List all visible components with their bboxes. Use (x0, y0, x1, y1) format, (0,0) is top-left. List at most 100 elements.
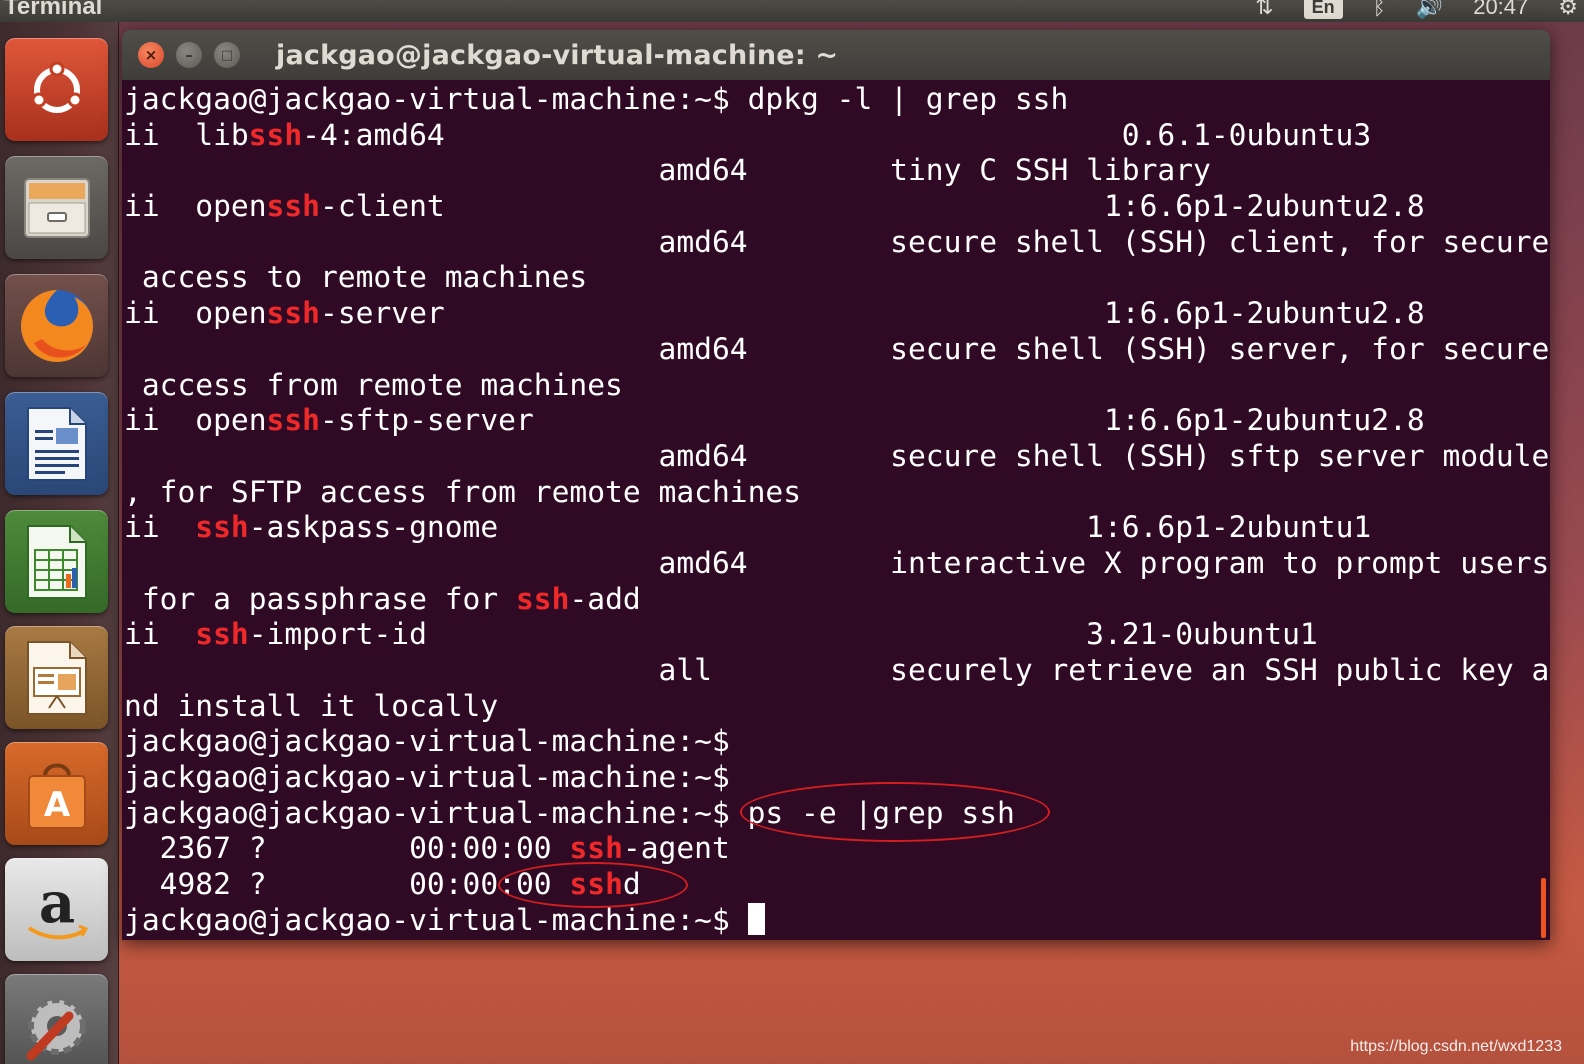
network-icon[interactable]: ⇅ (1255, 0, 1273, 20)
grep-match-highlight: ssh (248, 117, 303, 152)
svg-text:A: A (43, 785, 70, 825)
terminal-line: all securely retrieve an SSH public key … (124, 653, 1550, 689)
terminal-text: amd64 secure shell (SSH) client, for sec… (124, 224, 1550, 259)
volume-icon[interactable]: 🔊 (1416, 0, 1443, 20)
terminal-text: jackgao@jackgao-virtual-machine:~$ (124, 724, 730, 759)
ubuntu-logo-icon (31, 61, 82, 113)
terminal-line: amd64 secure shell (SSH) sftp server mod… (124, 439, 1550, 475)
launcher-firefox[interactable] (5, 274, 108, 377)
terminal-text: amd64 tiny C SSH library (124, 153, 1211, 188)
terminal-text: ii open (124, 296, 267, 331)
launcher-libreoffice-calc[interactable] (5, 510, 108, 613)
terminal-text: -client 1:6.6p1-2ubuntu2.8 (320, 189, 1425, 224)
terminal-text: -sftp-server 1:6.6p1-2ubuntu2.8 (320, 403, 1425, 438)
grep-match-highlight: ssh (569, 831, 623, 866)
terminal-line: ii openssh-sftp-server 1:6.6p1-2ubuntu2.… (124, 403, 1550, 439)
terminal-text: 2367 ? 00:00:00 (124, 831, 570, 866)
terminal-scrollbar[interactable] (1541, 878, 1546, 938)
terminal-line: 2367 ? 00:00:00 ssh-agent (124, 831, 1550, 867)
grep-match-highlight: ssh (266, 403, 320, 438)
terminal-line: ii openssh-client 1:6.6p1-2ubuntu2.8 (124, 189, 1550, 225)
grep-match-highlight: ssh (569, 867, 623, 902)
window-titlebar[interactable]: × – □ jackgao@jackgao-virtual-machine: ~ (122, 30, 1550, 80)
shopping-bag-icon: A (27, 763, 86, 829)
terminal-text: ii (124, 510, 196, 545)
launcher-system-settings[interactable] (5, 974, 108, 1064)
launcher-libreoffice-writer[interactable] (5, 392, 108, 495)
bluetooth-icon[interactable]: ᛒ (1373, 0, 1386, 20)
terminal-text: -server 1:6.6p1-2ubuntu2.8 (320, 296, 1425, 331)
grep-match-highlight: ssh (195, 617, 249, 652)
minimize-button[interactable]: – (176, 42, 202, 68)
firefox-icon (20, 289, 93, 362)
terminal-text: -askpass-gnome 1:6.6p1-2ubuntu1 (248, 510, 1372, 545)
terminal-text: ii lib (124, 117, 249, 152)
writer-document-icon (26, 406, 87, 481)
terminal-text: ii open (124, 403, 267, 438)
terminal-cursor (747, 902, 765, 935)
active-app-title: Terminal (4, 0, 103, 20)
terminal-line: amd64 interactive X program to prompt us… (124, 546, 1550, 582)
terminal-text: 4982 ? 00:00:00 (124, 867, 570, 902)
terminal-text: -4:amd64 0.6.1-0ubuntu3 (302, 117, 1372, 152)
terminal-line: jackgao@jackgao-virtual-machine:~$ dpkg … (124, 82, 1550, 118)
window-title: jackgao@jackgao-virtual-machine: ~ (276, 39, 839, 71)
terminal-text: amd64 interactive X program to prompt us… (124, 545, 1550, 580)
calc-spreadsheet-icon (26, 524, 87, 599)
terminal-text: -add (569, 581, 641, 616)
settings-wrench-icon (26, 996, 86, 1060)
terminal-text: all securely retrieve an SSH public key … (124, 653, 1550, 687)
terminal-text: access to remote machines (124, 260, 588, 295)
launcher-amazon[interactable]: a (5, 858, 108, 961)
terminal-line: 4982 ? 00:00:00 sshd (124, 867, 1550, 903)
terminal-line: for a passphrase for ssh-add (124, 582, 1550, 618)
terminal-line: ii ssh-askpass-gnome 1:6.6p1-2ubuntu1 (124, 510, 1550, 546)
terminal-text: -import-id 3.21-0ubuntu1 (248, 617, 1318, 652)
grep-match-highlight: ssh (515, 581, 570, 616)
terminal-line: access to remote machines (124, 260, 1550, 296)
launcher-software-center[interactable]: A (5, 742, 108, 845)
top-panel: Terminal ⇅ En ᛒ 🔊 20:47 ⚙ (0, 0, 1584, 22)
close-icon: × (144, 45, 158, 64)
terminal-line: jackgao@jackgao-virtual-machine:~$ (124, 760, 1550, 796)
impress-presentation-icon (26, 640, 87, 715)
file-cabinet-icon (23, 177, 90, 238)
terminal-line: ii openssh-server 1:6.6p1-2ubuntu2.8 (124, 296, 1550, 332)
launcher-dash[interactable] (5, 38, 108, 141)
terminal-text: ii open (124, 189, 267, 224)
terminal-text: ii (124, 617, 196, 652)
gear-icon[interactable]: ⚙ (1558, 0, 1578, 20)
terminal-text: amd64 secure shell (SSH) sftp server mod… (124, 438, 1550, 473)
maximize-button[interactable]: □ (214, 42, 240, 68)
terminal-text: jackgao@jackgao-virtual-machine:~$ dpkg … (124, 82, 1069, 116)
close-button[interactable]: × (138, 42, 164, 68)
terminal-text: jackgao@jackgao-virtual-machine:~$ (124, 760, 730, 795)
terminal-text: nd install it locally (124, 688, 499, 723)
terminal-window: × – □ jackgao@jackgao-virtual-machine: ~… (122, 30, 1550, 940)
keyboard-layout-indicator[interactable]: En (1303, 0, 1343, 19)
terminal-line: jackgao@jackgao-virtual-machine:~$ (124, 724, 1550, 760)
launcher-libreoffice-impress[interactable] (5, 626, 108, 729)
terminal-text: for a passphrase for (124, 581, 516, 616)
terminal-text: jackgao@jackgao-virtual-machine:~$ ps -e… (124, 795, 1015, 830)
amazon-logo-icon: a (27, 872, 88, 939)
clock[interactable]: 20:47 (1473, 0, 1528, 20)
indicator-area: ⇅ En ᛒ 🔊 20:47 ⚙ (1255, 0, 1578, 20)
unity-launcher: A a (0, 22, 119, 1064)
maximize-icon: □ (220, 47, 234, 63)
terminal-line: access from remote machines (124, 368, 1550, 404)
terminal-line: ii ssh-import-id 3.21-0ubuntu1 (124, 617, 1550, 653)
terminal-text: access from remote machines (124, 367, 623, 402)
terminal-line: amd64 secure shell (SSH) client, for sec… (124, 225, 1550, 261)
terminal-line: jackgao@jackgao-virtual-machine:~$ ps -e… (124, 796, 1550, 832)
terminal-line: ii libssh-4:amd64 0.6.1-0ubuntu3 (124, 118, 1550, 154)
launcher-files[interactable] (5, 156, 108, 259)
grep-match-highlight: ssh (266, 296, 320, 331)
terminal-line: , for SFTP access from remote machines (124, 475, 1550, 511)
terminal-line: nd install it locally (124, 689, 1550, 725)
terminal-line: amd64 tiny C SSH library (124, 153, 1550, 189)
terminal-output[interactable]: jackgao@jackgao-virtual-machine:~$ dpkg … (124, 82, 1550, 938)
grep-match-highlight: ssh (266, 189, 320, 224)
terminal-text: d (622, 867, 641, 902)
terminal-text: -agent (622, 831, 730, 866)
